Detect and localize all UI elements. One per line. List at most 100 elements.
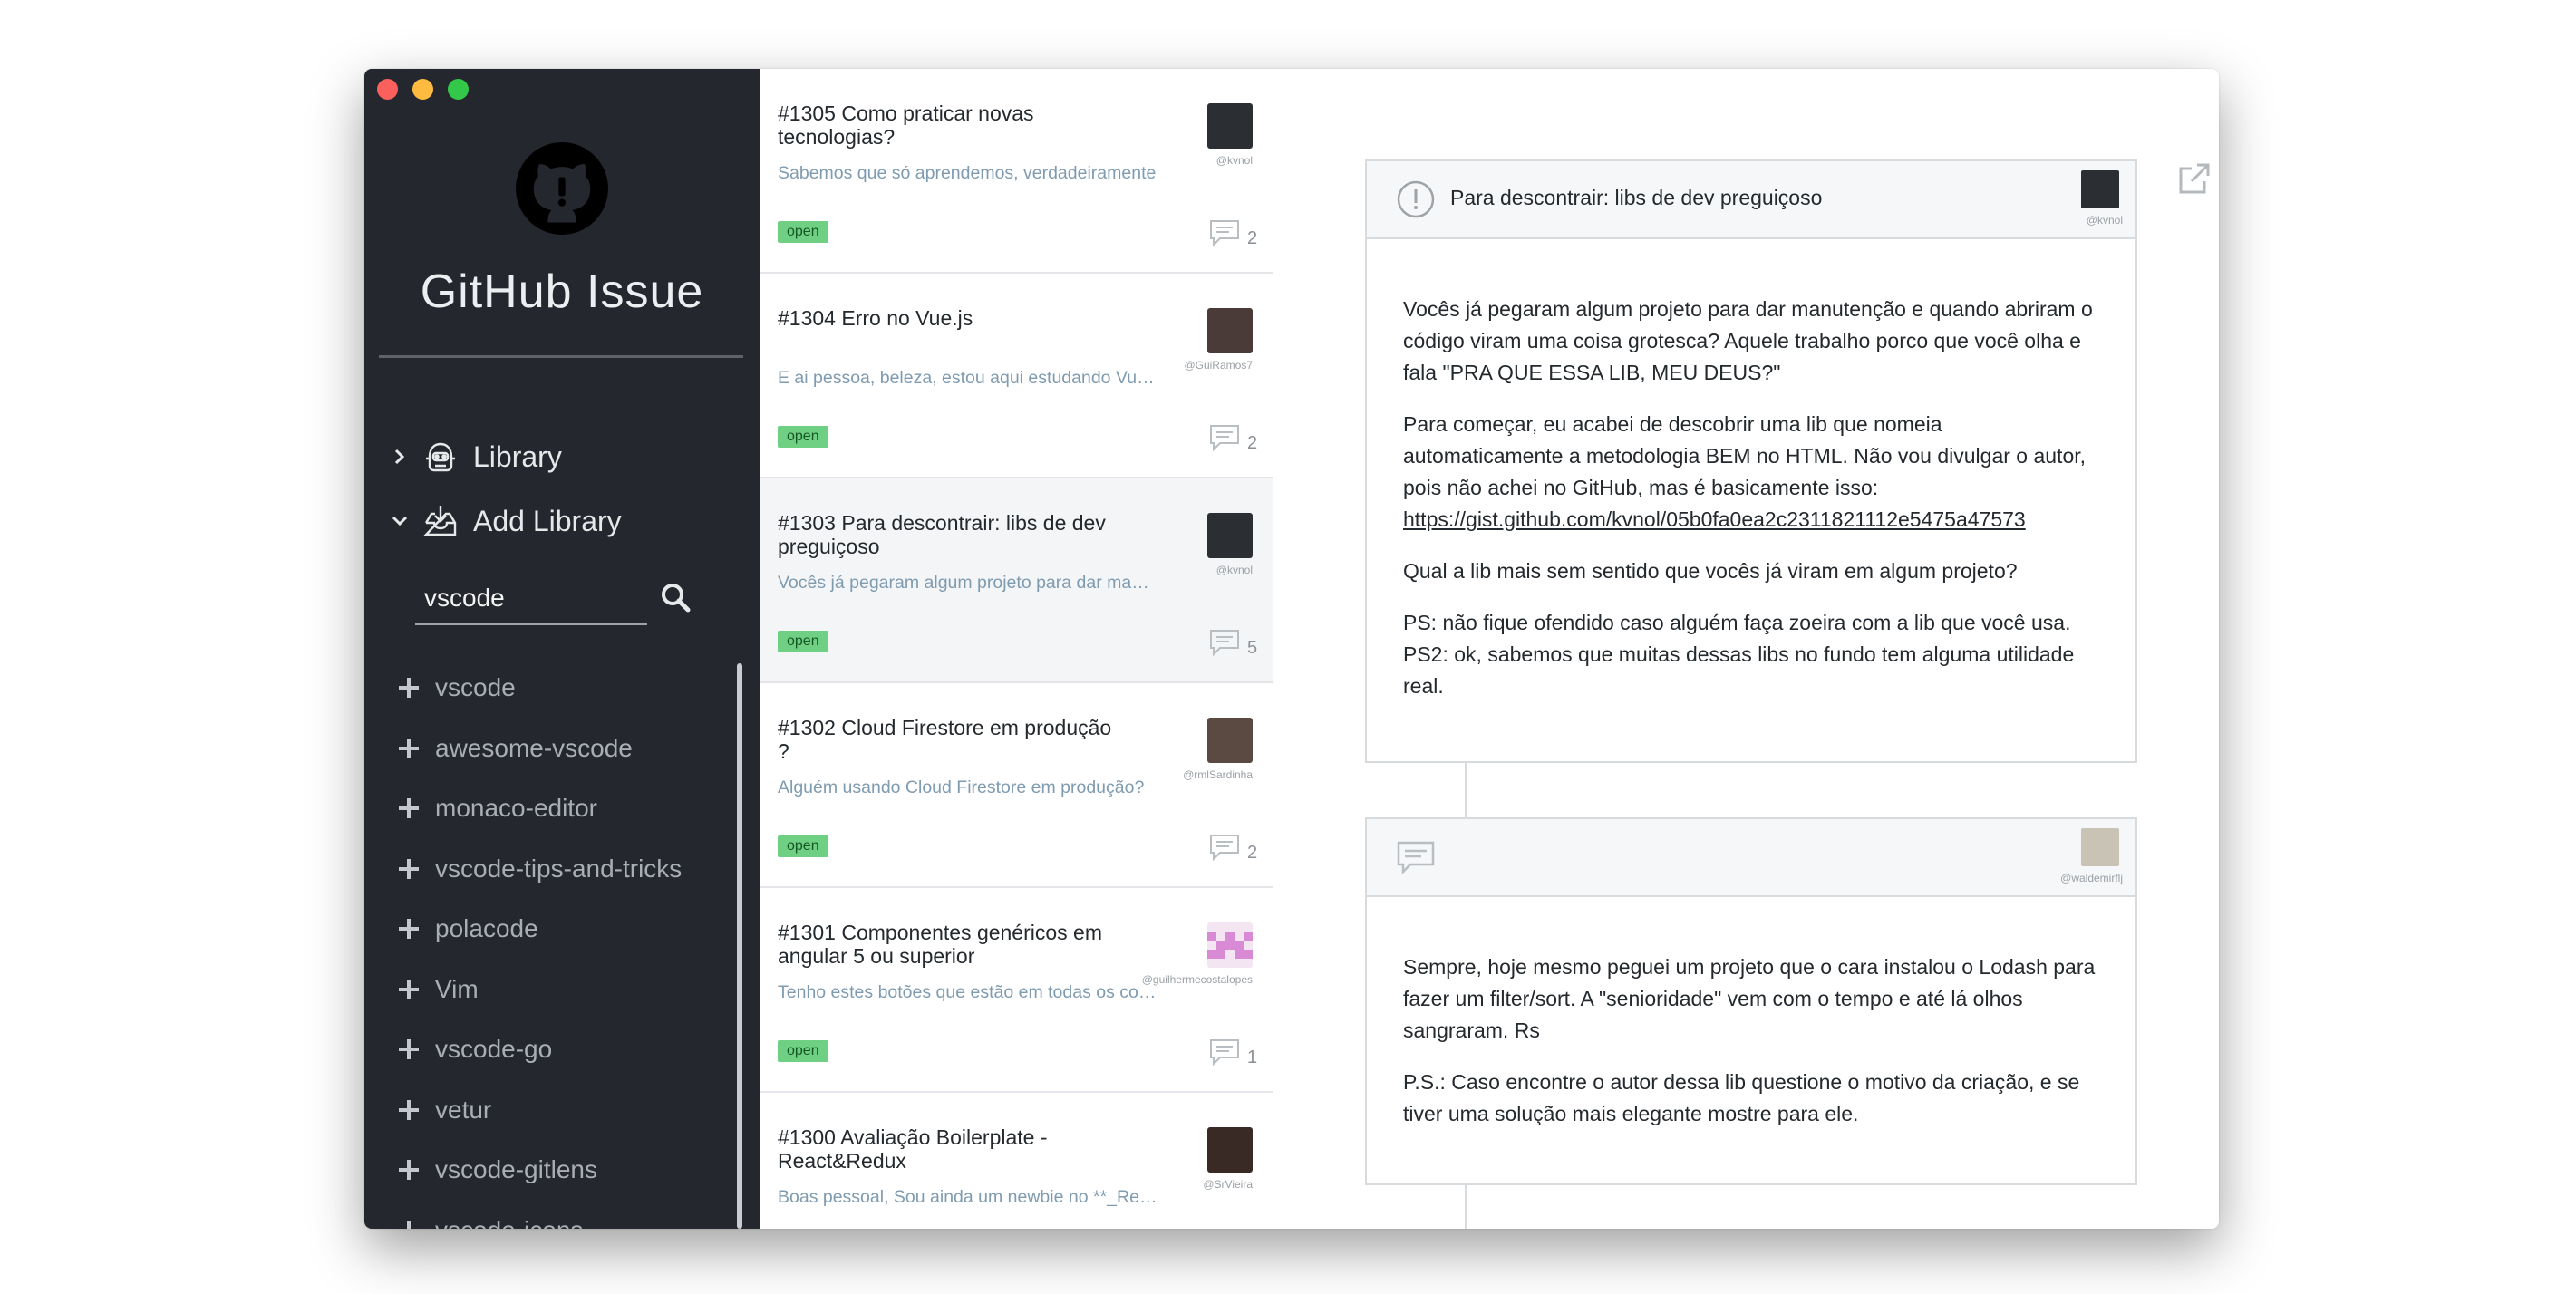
- issue-card: Para descontrair: libs de dev preguiçoso…: [1365, 159, 2137, 763]
- avatar: [1207, 1127, 1253, 1173]
- robot-icon: [422, 439, 459, 475]
- plus-icon[interactable]: [399, 738, 419, 758]
- status-badge: open: [778, 631, 828, 652]
- issue-author: @SrVieira: [1203, 1178, 1253, 1191]
- chevron-right-icon: [392, 447, 412, 467]
- library-result-item[interactable]: Vim: [364, 960, 745, 1020]
- library-result-item[interactable]: vscode-go: [364, 1019, 745, 1080]
- plus-icon[interactable]: [399, 1099, 419, 1120]
- external-link-icon[interactable]: [2177, 161, 2212, 196]
- library-result-item[interactable]: awesome-vscode: [364, 719, 745, 779]
- library-result-item[interactable]: polacode: [364, 899, 745, 960]
- avatar: [1207, 103, 1253, 149]
- library-result-label: awesome-vscode: [435, 733, 633, 762]
- issue-author: @kvnol: [1215, 564, 1253, 576]
- inbox-download-icon: [422, 503, 459, 539]
- issue-card-header: Para descontrair: libs de dev preguiçoso…: [1367, 161, 2135, 239]
- app-title: GitHub Issue: [420, 266, 704, 318]
- comment-count: 2: [1209, 424, 1257, 453]
- sidebar: GitHub Issue Library Add Library vscode …: [364, 69, 760, 1229]
- issue-title: #1304 Erro no Vue.js: [778, 306, 973, 330]
- comment-card-header: @waldemirflj: [1367, 819, 2135, 897]
- plus-icon[interactable]: [399, 798, 419, 819]
- library-result-label: vscode-go: [435, 1035, 553, 1064]
- comment-icon: [1210, 220, 1239, 246]
- issue-body-paragraph: PS: não fique ofendido caso alguém faça …: [1403, 611, 2071, 634]
- library-result-label: vscode-tips-and-tricks: [435, 854, 683, 883]
- library-result-label: vetur: [435, 1095, 492, 1124]
- issue-detail-author: @kvnol: [2086, 214, 2123, 227]
- library-result-label: vscode-gitlens: [435, 1155, 597, 1184]
- comment-body-paragraph: P.S.: Caso encontre o autor dessa lib qu…: [1403, 1070, 2080, 1125]
- comment-author: @waldemirflj: [2060, 872, 2123, 884]
- nav-library[interactable]: Library: [392, 431, 562, 482]
- issue-body-paragraph: Qual a lib mais sem sentido que vocês já…: [1403, 559, 2018, 583]
- library-result-label: monaco-editor: [435, 794, 597, 823]
- comment-count-value: 2: [1247, 228, 1258, 248]
- maximize-window-button[interactable]: [448, 79, 469, 100]
- divider: [379, 355, 743, 358]
- library-result-label: Vim: [435, 974, 479, 1003]
- issue-opened-icon: [1396, 179, 1436, 219]
- plus-icon[interactable]: [399, 919, 419, 940]
- issue-title: #1302 Cloud Firestore em produção ?: [778, 716, 1112, 763]
- comment-icon: [1396, 837, 1436, 877]
- plus-icon[interactable]: [399, 678, 419, 699]
- comment-count-value: 5: [1247, 638, 1258, 658]
- identicon-avatar: [1207, 922, 1253, 968]
- plus-icon[interactable]: [399, 1039, 419, 1060]
- avatar: [1207, 718, 1253, 763]
- issue-author: @kvnol: [1215, 154, 1253, 167]
- issue-snippet: Tenho estes botões que estão em todas os…: [778, 982, 1158, 1002]
- library-result-item[interactable]: vetur: [364, 1080, 745, 1141]
- library-result-item[interactable]: vscode-tips-and-tricks: [364, 839, 745, 900]
- library-result-item[interactable]: vscode: [364, 658, 745, 719]
- comment-count: 5: [1209, 629, 1258, 658]
- issue-body-paragraph: Vocês já pegaram algum projeto para dar …: [1403, 297, 2093, 384]
- comment-count: 2: [1209, 834, 1257, 863]
- comment-icon: [1210, 835, 1239, 861]
- issue-title: #1301 Componentes genéricos em angular 5…: [778, 921, 1103, 968]
- issue-snippet: Boas pessoal, Sou ainda um newbie no **_…: [778, 1187, 1158, 1207]
- library-search: [415, 573, 647, 625]
- issue-detail-title: Para descontrair: libs de dev preguiçoso: [1450, 186, 1823, 209]
- issue-author: @GuiRamos7: [1184, 359, 1253, 372]
- comment-icon: [1210, 1039, 1239, 1066]
- issue-author: @guilhermecostalopes: [1141, 973, 1253, 986]
- issue-author: @rmlSardinha: [1183, 768, 1253, 781]
- minimize-window-button[interactable]: [412, 79, 433, 100]
- issue-detail: Para descontrair: libs de dev preguiçoso…: [1273, 69, 2219, 1229]
- plus-icon[interactable]: [399, 1160, 419, 1181]
- library-search-input[interactable]: [415, 573, 647, 623]
- issue-list: #1305 Como praticar novas tecnologias? S…: [760, 69, 1274, 1229]
- status-badge: open: [778, 221, 828, 243]
- status-badge: open: [778, 426, 828, 448]
- gist-link[interactable]: https://gist.github.com/kvnol/05b0fa0ea2…: [1403, 507, 2026, 531]
- issue-item[interactable]: #1302 Cloud Firestore em produção ? Algu…: [760, 683, 1273, 888]
- issue-item[interactable]: #1301 Componentes genéricos em angular 5…: [760, 888, 1273, 1093]
- issue-item[interactable]: #1304 Erro no Vue.js E ai pessoa, beleza…: [760, 274, 1273, 478]
- nav-add-library-label: Add Library: [473, 504, 622, 537]
- issue-item-selected[interactable]: #1303 Para descontrair: libs de dev preg…: [760, 478, 1273, 683]
- plus-icon[interactable]: [399, 979, 419, 999]
- nav-add-library[interactable]: Add Library: [392, 496, 622, 546]
- status-badge: open: [778, 835, 828, 857]
- library-list-scrollbar[interactable]: [737, 663, 742, 1229]
- avatar: [2081, 828, 2119, 866]
- timeline-connector: [1465, 763, 1467, 819]
- window-controls: [377, 79, 469, 100]
- issue-item[interactable]: #1305 Como praticar novas tecnologias? S…: [760, 69, 1273, 274]
- issue-item[interactable]: #1300 Avaliação Boilerplate - React&Redu…: [760, 1093, 1273, 1229]
- nav-library-label: Library: [473, 439, 562, 473]
- close-window-button[interactable]: [377, 79, 398, 100]
- library-result-item[interactable]: monaco-editor: [364, 778, 745, 839]
- plus-icon[interactable]: [399, 1220, 419, 1229]
- plus-icon[interactable]: [399, 858, 419, 879]
- search-icon[interactable]: [660, 582, 691, 613]
- avatar: [1207, 513, 1253, 558]
- comment-count-value: 1: [1247, 1048, 1258, 1067]
- library-result-item[interactable]: vscode-icons: [364, 1201, 745, 1229]
- library-result-item[interactable]: vscode-gitlens: [364, 1140, 745, 1201]
- issue-title: #1303 Para descontrair: libs de dev preg…: [778, 511, 1106, 558]
- issue-snippet: Vocês já pegaram algum projeto para dar …: [778, 573, 1158, 593]
